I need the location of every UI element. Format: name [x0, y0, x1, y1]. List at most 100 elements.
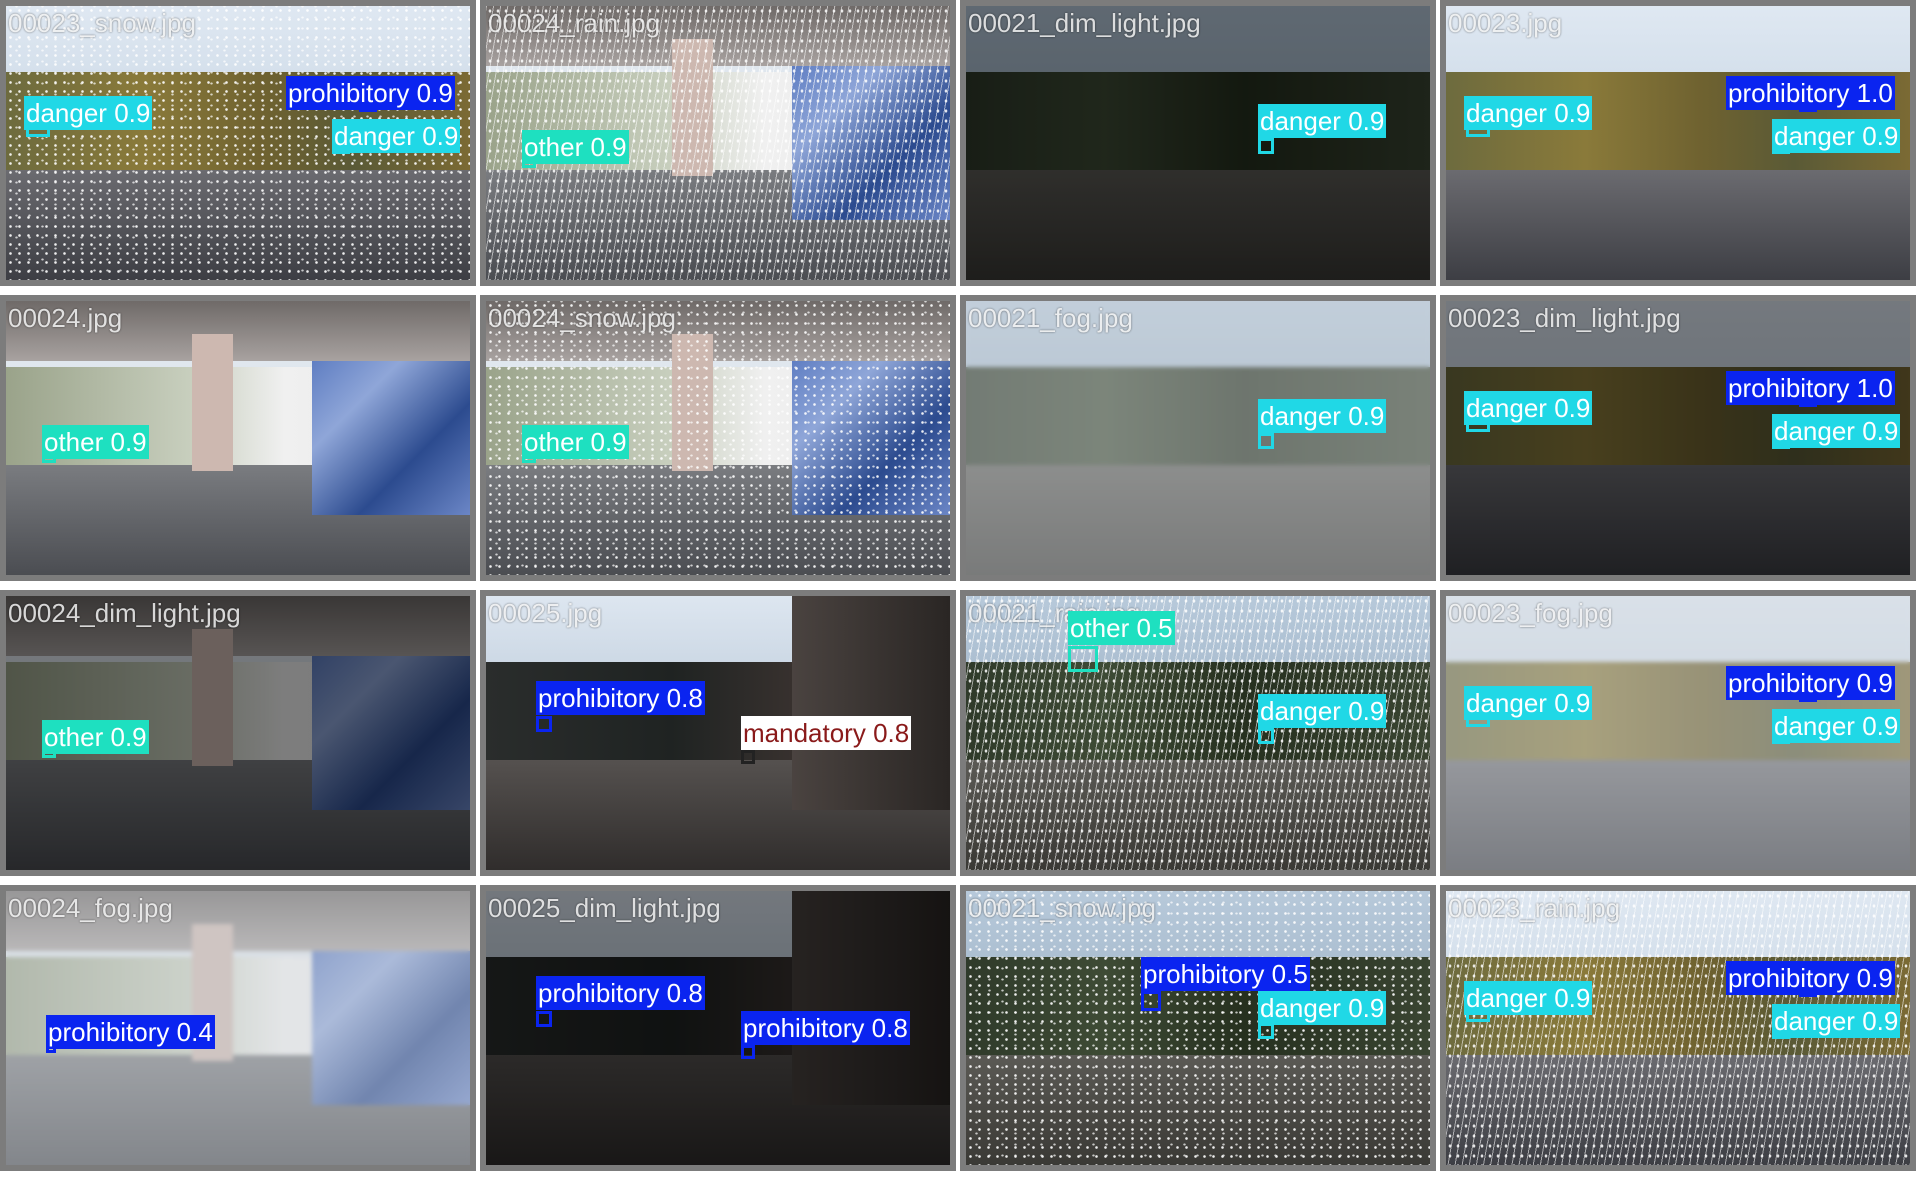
- class-name: prohibitory: [48, 1017, 170, 1047]
- pillar-area: [191, 333, 234, 471]
- image-tile: 00021_dim_light.jpgdanger 0.9: [960, 0, 1436, 286]
- detection-label: prohibitory 1.0: [1726, 371, 1895, 405]
- detection-label: prohibitory 0.9: [1726, 961, 1895, 995]
- file-name: 00024_snow.jpg: [488, 303, 676, 333]
- image-tile: 00025_dim_light.jpg prohibitory 0.8 prohib…: [480, 885, 956, 1171]
- confidence: 0.9: [1862, 416, 1899, 446]
- detection-label: other 0.9: [522, 130, 629, 164]
- confidence: 0.8: [871, 1013, 908, 1043]
- class-name: other: [524, 132, 584, 162]
- detection-label: mandatory 0.8: [741, 716, 912, 750]
- wall-area: [792, 596, 950, 810]
- class-name: prohibitory: [538, 978, 660, 1008]
- class-name: danger: [1774, 1006, 1855, 1036]
- detection-label: prohibitory 1.0: [1726, 76, 1895, 110]
- image-tile: 00021_rain.jpg other 0.5 danger 0.9: [960, 590, 1436, 876]
- file-name: 00025.jpg: [488, 598, 603, 628]
- confidence: 0.9: [1554, 98, 1591, 128]
- image-tile: 00024_fog.jpg prohibitory 0.4: [0, 885, 476, 1171]
- class-name: other: [524, 427, 584, 457]
- detection-label: danger 0.9: [1464, 686, 1593, 720]
- file-name: 00021_snow.jpg: [968, 893, 1156, 923]
- detection-label: danger 0.9: [1464, 981, 1593, 1015]
- file-name: 00021_dim_light.jpg: [968, 8, 1201, 38]
- class-name: prohibitory: [1728, 373, 1850, 403]
- image-tile: 00023.jpg danger 0.9 prohibitory 1.0 danger…: [1440, 0, 1916, 286]
- detection-mosaic: 00023_snow.jpg danger 0.9 prohibitory 0.9 d…: [0, 0, 1920, 1180]
- confidence: 0.8: [666, 978, 703, 1008]
- detection-label: danger 0.9: [1258, 991, 1387, 1025]
- confidence: 0.9: [110, 722, 147, 752]
- scene-photo: [966, 6, 1430, 280]
- file-name: 00024_rain.jpg: [488, 8, 661, 38]
- confidence: 0.5: [1271, 959, 1308, 989]
- detection-label: danger 0.9: [1772, 709, 1901, 743]
- class-name: danger: [1260, 696, 1341, 726]
- detection-box: [1258, 1023, 1274, 1039]
- image-tile: 00024_rain.jpgother 0.9: [480, 0, 956, 286]
- detection-label: prohibitory 0.8: [741, 1011, 910, 1045]
- detection-label: danger 0.9: [1258, 104, 1387, 138]
- class-name: prohibitory: [1728, 963, 1850, 993]
- detection-box: [741, 1045, 755, 1059]
- image-tile: 00024_dim_light.jpg other 0.9: [0, 590, 476, 876]
- detection-label: danger 0.9: [1464, 391, 1593, 425]
- confidence: 1.0: [1856, 373, 1893, 403]
- detection-label: other 0.9: [42, 425, 149, 459]
- class-name: prohibitory: [1728, 78, 1850, 108]
- detection-label: prohibitory 0.9: [1726, 666, 1895, 700]
- road-area: [1446, 1055, 1910, 1165]
- image-tile: 00021_fog.jpg danger 0.9: [960, 295, 1436, 581]
- detection-label: danger 0.9: [1772, 414, 1901, 448]
- class-name: other: [1070, 613, 1130, 643]
- class-name: prohibitory: [538, 683, 660, 713]
- confidence: 0.9: [1862, 1006, 1899, 1036]
- file-name: 00024_dim_light.jpg: [8, 598, 241, 628]
- confidence: 0.9: [1862, 121, 1899, 151]
- road-area: [966, 170, 1430, 280]
- detection-box: [1258, 728, 1274, 744]
- image-tile: 00024_snow.jpgother 0.9: [480, 295, 956, 581]
- class-name: danger: [1260, 401, 1341, 431]
- class-name: mandatory: [743, 718, 866, 748]
- road-area: [1446, 465, 1910, 575]
- image-tile: 00023_fog.jpg danger 0.9 prohibitory 0.9 da…: [1440, 590, 1916, 876]
- detection-label: prohibitory 0.8: [536, 681, 705, 715]
- pillar-area: [671, 333, 714, 471]
- confidence: 0.9: [1862, 711, 1899, 741]
- confidence: 0.4: [176, 1017, 213, 1047]
- detection-label: prohibitory 0.4: [46, 1015, 215, 1049]
- detection-label: danger 0.9: [1464, 96, 1593, 130]
- detection-box: [536, 1011, 552, 1027]
- confidence: 0.9: [1554, 688, 1591, 718]
- scene-photo: [966, 891, 1430, 1165]
- file-name: 00021_fog.jpg: [968, 303, 1133, 333]
- class-name: danger: [1774, 711, 1855, 741]
- detection-label: other 0.5: [1068, 611, 1175, 645]
- confidence: 0.9: [1348, 696, 1385, 726]
- pillar-area: [671, 38, 714, 176]
- class-name: danger: [1466, 98, 1547, 128]
- detection-label: danger 0.9: [1258, 694, 1387, 728]
- class-name: danger: [26, 98, 107, 128]
- detection-label: prohibitory 0.5: [1141, 957, 1310, 991]
- road-area: [6, 170, 470, 280]
- class-name: danger: [1466, 983, 1547, 1013]
- file-name: 00023_dim_light.jpg: [1448, 303, 1681, 333]
- class-name: danger: [1260, 993, 1341, 1023]
- confidence: 0.9: [1554, 393, 1591, 423]
- file-name: 00024.jpg: [8, 303, 123, 333]
- confidence: 0.9: [1554, 983, 1591, 1013]
- confidence: 0.9: [114, 98, 151, 128]
- class-name: danger: [1774, 416, 1855, 446]
- confidence: 0.5: [1136, 613, 1173, 643]
- image-tile: 00023_dim_light.jpgdanger 0.9 prohibitory…: [1440, 295, 1916, 581]
- image-tile: 00023_snow.jpg danger 0.9 prohibitory 0.9 d…: [0, 0, 476, 286]
- pillar-area: [191, 628, 234, 766]
- detection-label: danger 0.9: [24, 96, 153, 130]
- class-name: prohibitory: [288, 78, 410, 108]
- detection-label: prohibitory 0.8: [536, 976, 705, 1010]
- confidence: 0.8: [873, 718, 910, 748]
- road-area: [966, 1055, 1430, 1165]
- detection-label: other 0.9: [522, 425, 629, 459]
